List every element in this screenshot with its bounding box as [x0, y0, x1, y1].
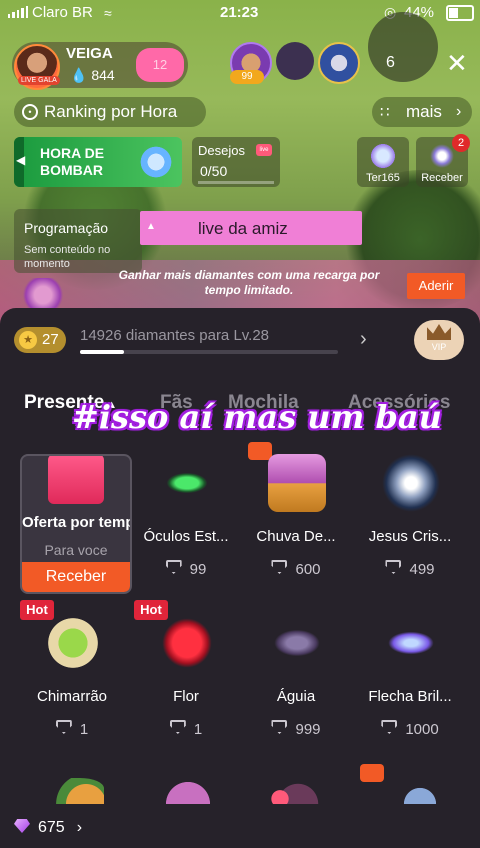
- diamond-balance[interactable]: 675 ›: [14, 819, 82, 837]
- ter-tile[interactable]: Ter165: [357, 137, 409, 187]
- gift-preview: [390, 778, 450, 804]
- carrier-label: Claro BR: [32, 4, 93, 21]
- gift-preview: [262, 778, 322, 804]
- treasure-chest-icon: [268, 454, 326, 512]
- diamond-icon: [385, 560, 402, 574]
- viewer-count-bubble: [368, 12, 438, 82]
- live-caption-banner: ▲ live da amiz: [140, 211, 362, 245]
- gift-offer-card[interactable]: Oferta por tempo Para voce Receber: [20, 454, 132, 594]
- diamond-icon: [55, 720, 72, 734]
- viewer-avatar[interactable]: [318, 42, 360, 84]
- chevron-right-icon: ›: [76, 819, 83, 836]
- viewer-count[interactable]: 6: [386, 54, 395, 72]
- level-progress-text: 14926 diamantes para Lv.28: [80, 327, 270, 344]
- ranking-button[interactable]: • Ranking por Hora: [14, 97, 206, 127]
- diamond-icon: [271, 560, 288, 574]
- gift-card[interactable]: Águia 999: [240, 608, 352, 748]
- chevron-right-icon: ›: [456, 103, 462, 120]
- host-name: VEIGA: [66, 45, 113, 62]
- hot-badge: Hot: [20, 600, 54, 620]
- statue-icon: [382, 454, 440, 512]
- receber-tile[interactable]: Receber 2: [416, 134, 470, 187]
- notification-badge: 2: [452, 134, 470, 152]
- wifi-icon: ≈: [104, 5, 112, 21]
- diamond-icon: [169, 720, 186, 734]
- host-tag: LIVE GALA: [18, 76, 60, 85]
- signal-icon: [8, 6, 29, 18]
- eagle-icon: [268, 614, 326, 672]
- gift-preview: [158, 778, 218, 804]
- ribbon-icon: [248, 442, 272, 460]
- chevron-right-icon[interactable]: ›: [360, 328, 367, 351]
- mate-cup-icon: [44, 614, 102, 672]
- more-button[interactable]: ∷ mais ›: [372, 97, 472, 127]
- gift-card[interactable]: Jesus Cris... 499: [354, 448, 466, 588]
- gift-card[interactable]: Flecha Bril... 1000: [354, 608, 466, 748]
- arrow-left-icon: ◀: [16, 153, 26, 167]
- treasure-chest-icon[interactable]: [20, 278, 66, 312]
- gift-sheet: ★ 27 14926 diamantes para Lv.28 › VIP Pr…: [0, 308, 480, 848]
- diamond-icon: [14, 819, 30, 833]
- triangle-icon: ▲: [146, 221, 156, 232]
- gift-card[interactable]: Hot Flor 1: [130, 600, 242, 748]
- battery-icon: [446, 5, 474, 21]
- grid-icon: ∷: [380, 104, 390, 121]
- aderir-button[interactable]: Aderir: [407, 273, 465, 299]
- level-progress-bar: [80, 350, 338, 354]
- diamond-art: [136, 143, 176, 181]
- hot-badge: Hot: [134, 600, 168, 620]
- ribbon-icon: [360, 764, 384, 782]
- gem-icon: [369, 142, 397, 170]
- programacao-panel[interactable]: Programação Sem conteúdo no momento: [14, 209, 142, 273]
- promo-text: Ganhar mais diamantes com uma recarga po…: [118, 268, 380, 297]
- arrow-icon: [382, 614, 440, 672]
- crown-icon: [427, 324, 451, 340]
- gift-box-icon: [48, 456, 104, 504]
- receber-button[interactable]: Receber: [22, 562, 130, 592]
- diamond-icon: [381, 720, 398, 734]
- host-follower-count: 💧 844: [70, 67, 115, 83]
- gift-card[interactable]: Óculos Est... 99: [130, 448, 242, 588]
- rose-icon: [158, 614, 216, 672]
- sunglasses-icon: [158, 454, 216, 512]
- clock-time: 21:23: [220, 4, 259, 21]
- gift-card[interactable]: Hot Chimarrão 1: [16, 600, 128, 748]
- diamond-icon: [165, 560, 182, 574]
- close-icon[interactable]: ✕: [446, 50, 468, 76]
- level-badge[interactable]: ★ 27: [14, 327, 66, 353]
- gift-card[interactable]: Chuva De... 600: [240, 442, 352, 588]
- diamond-icon: [271, 720, 288, 734]
- host-profile[interactable]: LIVE GALA VEIGA 💧 844 12: [12, 42, 188, 90]
- heart-follow-button[interactable]: 12: [136, 48, 184, 82]
- overlay-sticker-text: #isso aí mas um baú: [72, 398, 442, 436]
- clock-icon: •: [22, 104, 38, 120]
- viewer-avatar[interactable]: [276, 42, 314, 80]
- gift-preview: [44, 778, 104, 804]
- star-icon: ★: [19, 331, 37, 349]
- wishes-panel[interactable]: Desejos live 0/50: [192, 137, 280, 187]
- vip-button[interactable]: VIP: [414, 320, 464, 360]
- viewer-badge: 99: [230, 70, 264, 84]
- live-icon: live: [256, 144, 272, 156]
- hora-de-bombar-banner[interactable]: ◀ HORA DE BOMBAR: [14, 137, 182, 187]
